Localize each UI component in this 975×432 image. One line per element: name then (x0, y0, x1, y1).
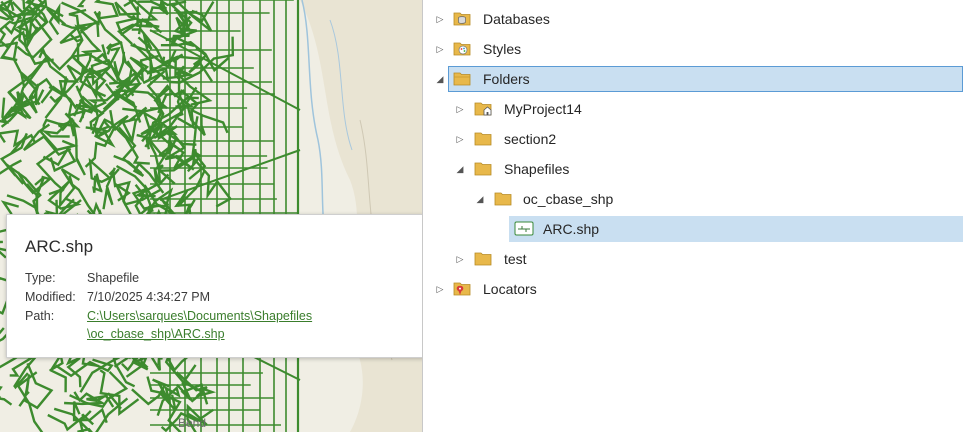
tree-item-test[interactable]: ▷ test (423, 246, 963, 272)
expand-arrow-icon[interactable]: ▷ (435, 13, 445, 25)
tooltip-type-row: Type: Shapefile (25, 269, 139, 287)
tree-item-label: Databases (483, 11, 550, 27)
locators-icon (453, 280, 471, 297)
tooltip-type-label: Type: (25, 271, 56, 285)
tree-item-section2[interactable]: ▷ section2 (423, 126, 963, 152)
styles-folder-icon (453, 40, 471, 57)
tree-item-label: oc_cbase_shp (523, 191, 614, 207)
folder-icon (494, 190, 512, 207)
line-shapefile-icon (514, 220, 534, 237)
tree-item-arc-shp[interactable]: ARC.shp (423, 216, 963, 242)
tree-item-label: section2 (504, 131, 557, 147)
tree-item-myproject14[interactable]: ▷ MyProject14 (423, 96, 963, 122)
home-folder-icon (474, 100, 492, 117)
tree-item-databases[interactable]: ▷ Databases (423, 6, 963, 32)
tree-item-label: ARC.shp (543, 221, 600, 237)
expand-arrow-icon[interactable]: ▷ (455, 253, 465, 265)
collapse-arrow-icon[interactable]: ◢ (455, 163, 465, 175)
tree-item-label: Locators (483, 281, 537, 297)
tree-item-styles[interactable]: ▷ Styles (423, 36, 963, 62)
folder-icon (474, 160, 492, 177)
tooltip-modified-row: Modified: 7/10/2025 4:34:27 PM (25, 288, 210, 306)
tree-item-folders[interactable]: ◢ Folders (423, 66, 963, 92)
tree-item-locators[interactable]: ▷ Locators (423, 276, 963, 302)
map-place-label: Bend (178, 416, 207, 430)
tree-item-label: Shapefiles (504, 161, 570, 177)
item-tooltip: ARC.shp Type: Shapefile Modified: 7/10/2… (6, 214, 425, 358)
tree-item-shapefiles[interactable]: ◢ Shapefiles (423, 156, 963, 182)
tree-item-label: Styles (483, 41, 522, 57)
tree-item-label: test (504, 251, 527, 267)
folders-icon (453, 70, 471, 87)
expand-arrow-icon[interactable]: ▷ (435, 283, 445, 295)
tooltip-modified-label: Modified: (25, 290, 76, 304)
expand-arrow-icon[interactable]: ▷ (455, 103, 465, 115)
database-folder-icon (453, 10, 471, 27)
tooltip-title: ARC.shp (25, 237, 94, 256)
expand-arrow-icon[interactable]: ▷ (435, 43, 445, 55)
collapse-arrow-icon[interactable]: ◢ (475, 193, 485, 205)
folder-icon (474, 130, 492, 147)
tooltip-path-link-line2[interactable]: \oc_cbase_shp\ARC.shp (87, 325, 225, 343)
tree-item-oc-cbase-shp[interactable]: ◢ oc_cbase_shp (423, 186, 963, 212)
tooltip-path-label: Path: (25, 309, 55, 323)
tooltip-modified-value: 7/10/2025 4:34:27 PM (87, 290, 211, 304)
tooltip-path-row: Path: C:\Users\sarques\Documents\Shapefi… (25, 307, 312, 325)
tooltip-path-row2: \oc_cbase_shp\ARC.shp (25, 325, 225, 343)
catalog-tree: ▷ Databases ▷ Styles ◢ Folders ▷ MyProje… (423, 0, 975, 432)
tree-item-label: MyProject14 (504, 101, 582, 117)
folder-icon (474, 250, 492, 267)
tree-item-label: Folders (483, 71, 530, 87)
tooltip-path-link-line1[interactable]: C:\Users\sarques\Documents\Shapefiles (87, 307, 312, 325)
collapse-arrow-icon[interactable]: ◢ (435, 73, 445, 85)
tooltip-type-value: Shapefile (87, 271, 140, 285)
expand-arrow-icon[interactable]: ▷ (455, 133, 465, 145)
